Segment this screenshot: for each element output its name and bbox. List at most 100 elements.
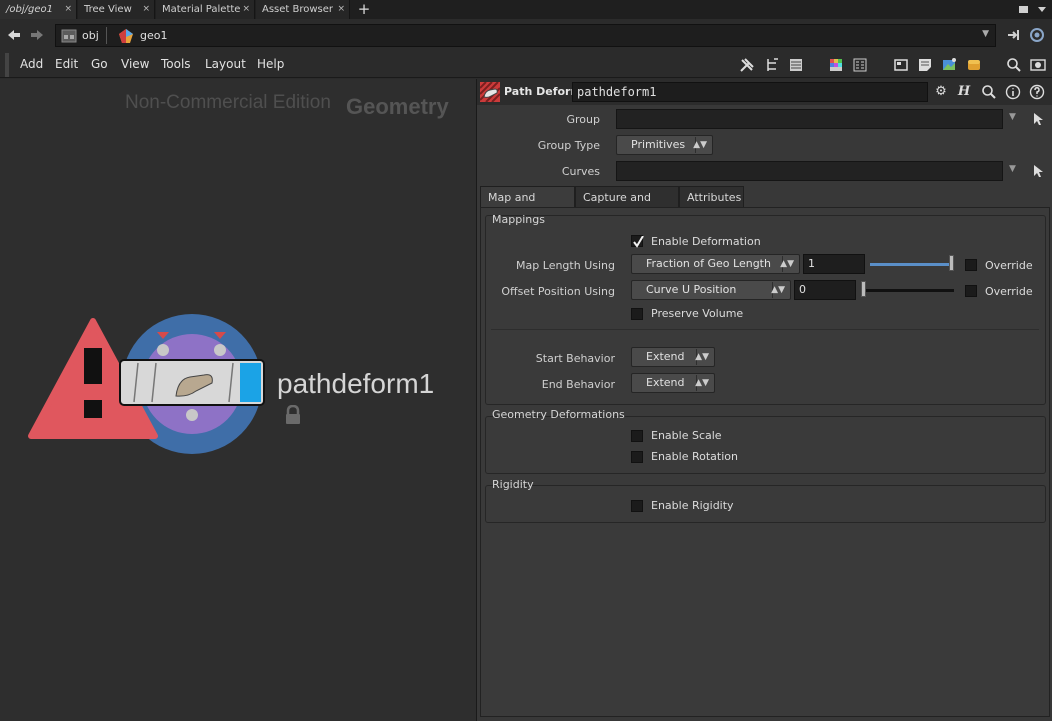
gear-icon[interactable]: ⚙ [933,84,949,100]
up-down-arrow-icon: ▲▼ [695,378,709,388]
lock-icon[interactable] [284,405,302,425]
drag-handle-icon[interactable] [4,53,10,77]
asset-package-icon[interactable] [966,57,982,73]
start-behavior-menu[interactable]: Extend ▲▼ [631,347,715,367]
menu-tools[interactable]: Tools [161,57,191,71]
add-tab-icon[interactable]: + [357,0,371,19]
houdini-help-icon[interactable]: H [956,84,972,100]
menu-go[interactable]: Go [91,57,108,71]
node-type-label: Path Deform [504,85,582,98]
menu-view[interactable]: View [121,57,149,71]
sticky-note-icon[interactable] [917,57,933,73]
node-graphic[interactable] [28,311,268,461]
maximize-icon[interactable] [1018,3,1030,15]
end-behavior-value: Extend [646,376,685,389]
close-icon[interactable]: × [337,0,345,19]
crumb-obj[interactable]: obj [82,25,99,46]
up-down-arrow-icon: ▲▼ [771,285,785,295]
group-type-menu[interactable]: Primitives ▲▼ [616,135,713,155]
offset-position-slider[interactable] [861,289,954,292]
network-editor[interactable]: Non-Commercial Edition Geometry pathdefo… [0,79,476,721]
parameter-editor: Path Deform pathdeform1 ⚙ H Group ▼ Grou… [476,79,1052,721]
list-view-icon[interactable] [788,57,804,73]
enable-rotation-checkbox[interactable] [631,451,643,463]
group-field[interactable] [616,109,1003,129]
enable-deformation-label: Enable Deformation [651,235,761,248]
input-connector[interactable] [157,344,169,356]
enable-deformation-checkbox[interactable] [631,235,644,248]
map-length-menu[interactable]: Fraction of Geo Length ▲▼ [631,254,800,274]
back-arrow-icon[interactable] [6,27,22,43]
up-down-arrow-icon: ▲▼ [693,140,707,150]
link-icon[interactable] [1029,27,1045,43]
pane-menu-icon[interactable] [1036,3,1048,15]
tab-asset-browser[interactable]: Asset Browser × [256,0,350,19]
close-icon[interactable]: × [242,0,250,19]
tab-map-and-deform[interactable]: Map and Deform [480,186,575,225]
help-icon[interactable] [1029,84,1045,100]
override-checkbox[interactable] [965,285,977,297]
crumb-geo1[interactable]: geo1 [140,25,167,46]
start-behavior-value: Extend [646,350,685,363]
enable-rotation-label: Enable Rotation [651,450,738,463]
select-arrow-icon[interactable] [1031,164,1045,178]
tree-layout-icon[interactable] [764,57,780,73]
search-icon[interactable] [1006,57,1022,73]
up-down-arrow-icon: ▲▼ [695,352,709,362]
network-path-field[interactable]: obj geo1 ▼ [55,24,996,47]
menu-add[interactable]: Add [20,57,43,71]
enable-scale-checkbox[interactable] [631,430,643,442]
forward-arrow-icon[interactable] [29,27,45,43]
end-behavior-menu[interactable]: Extend ▲▼ [631,373,715,393]
display-flag[interactable] [240,363,261,402]
chevron-down-icon[interactable]: ▼ [1009,112,1016,122]
geo-node-icon [119,29,133,43]
offset-position-number[interactable]: 0 [794,280,856,300]
curves-field[interactable] [616,161,1003,181]
background-image-icon[interactable] [941,57,957,73]
tab-label: Material Palette [162,4,241,15]
info-icon[interactable] [1005,84,1021,100]
tab-capture-and-align[interactable]: Capture and Align [575,186,679,225]
pin-icon[interactable] [1006,27,1022,43]
eye-icon[interactable] [1030,57,1046,73]
divider [491,329,1039,330]
search-icon[interactable] [981,84,997,100]
warning-dot [84,400,102,418]
tab-tree-view[interactable]: Tree View × [78,0,155,19]
preserve-volume-checkbox[interactable] [631,308,643,320]
map-length-number[interactable]: 1 [803,254,865,274]
group-type-value: Primitives [631,138,686,151]
tab-obj-geo1[interactable]: /obj/geo1 × [0,0,77,19]
context-label: Geometry [346,94,449,119]
end-behavior-label: End Behavior [541,378,615,391]
chevron-down-icon[interactable]: ▼ [1009,164,1016,174]
enable-rigidity-checkbox[interactable] [631,500,643,512]
close-icon[interactable]: × [142,0,150,19]
network-box-icon[interactable] [893,57,909,73]
chevron-down-icon[interactable]: ▼ [982,29,989,39]
node-label[interactable]: pathdeform1 [277,368,434,400]
tab-content: Mappings Enable Deformation Map Length U… [480,207,1050,717]
map-length-slider-handle[interactable] [949,255,954,271]
menu-layout[interactable]: Layout [205,57,246,71]
shape-palette-icon[interactable] [852,57,868,73]
menu-help[interactable]: Help [257,57,284,71]
map-length-value: Fraction of Geo Length [646,257,771,270]
wrench-icon[interactable] [739,57,755,73]
rigidity-title: Rigidity [492,478,534,491]
output-connector[interactable] [186,409,198,421]
tab-material-palette[interactable]: Material Palette × [156,0,255,19]
node-name-field[interactable]: pathdeform1 [572,82,928,102]
color-palette-icon[interactable] [828,57,844,73]
select-arrow-icon[interactable] [1031,112,1045,126]
tab-attributes[interactable]: Attributes [679,186,744,208]
input-connector[interactable] [214,344,226,356]
close-icon[interactable]: × [64,0,72,19]
menu-edit[interactable]: Edit [55,57,78,71]
offset-position-slider-handle[interactable] [861,281,866,297]
offset-position-menu[interactable]: Curve U Position ▲▼ [631,280,791,300]
checkmark-icon [633,235,644,248]
override-checkbox[interactable] [965,259,977,271]
geometry-deformations-title: Geometry Deformations [492,408,625,421]
